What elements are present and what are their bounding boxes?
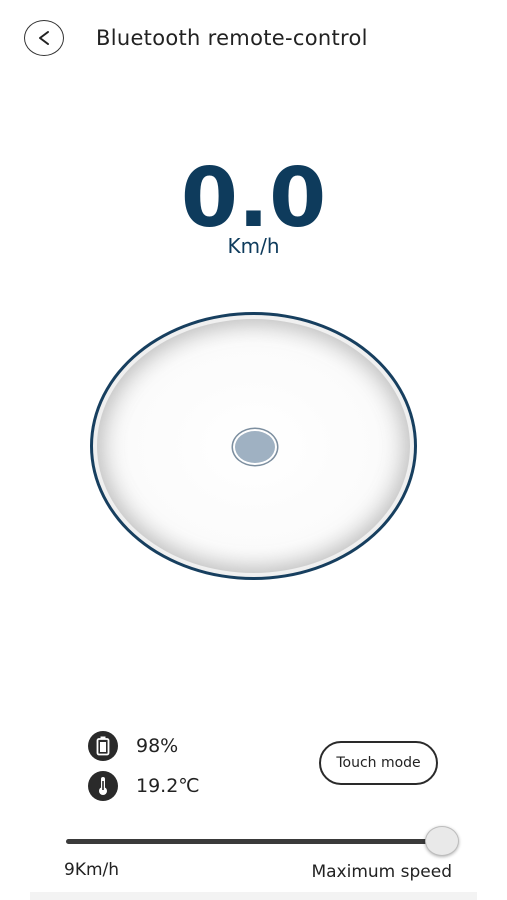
battery-icon: [88, 731, 118, 761]
joystick-pad[interactable]: [90, 312, 417, 580]
bottom-bar: [30, 892, 477, 900]
back-button[interactable]: [24, 20, 64, 56]
speed-limit-min-label: 9Km/h: [64, 860, 120, 880]
temperature-status: 19.2℃: [88, 771, 200, 801]
thermometer-icon: [88, 771, 118, 801]
chevron-left-icon: [37, 30, 51, 46]
joystick-knob[interactable]: [233, 429, 277, 465]
page-title: Bluetooth remote-control: [96, 26, 368, 50]
speed-value: 0.0: [180, 151, 327, 246]
speed-unit: Km/h: [227, 234, 280, 258]
header: Bluetooth remote-control: [0, 0, 507, 80]
battery-level: 98%: [136, 735, 179, 757]
speed-limit-max-label: Maximum speed: [311, 862, 452, 882]
speed-limit-slider[interactable]: [66, 839, 446, 844]
speed-limit-slider-thumb[interactable]: [425, 826, 459, 856]
battery-status: 98%: [88, 731, 178, 761]
temperature-value: 19.2℃: [136, 775, 200, 797]
touch-mode-button[interactable]: Touch mode: [319, 741, 438, 785]
